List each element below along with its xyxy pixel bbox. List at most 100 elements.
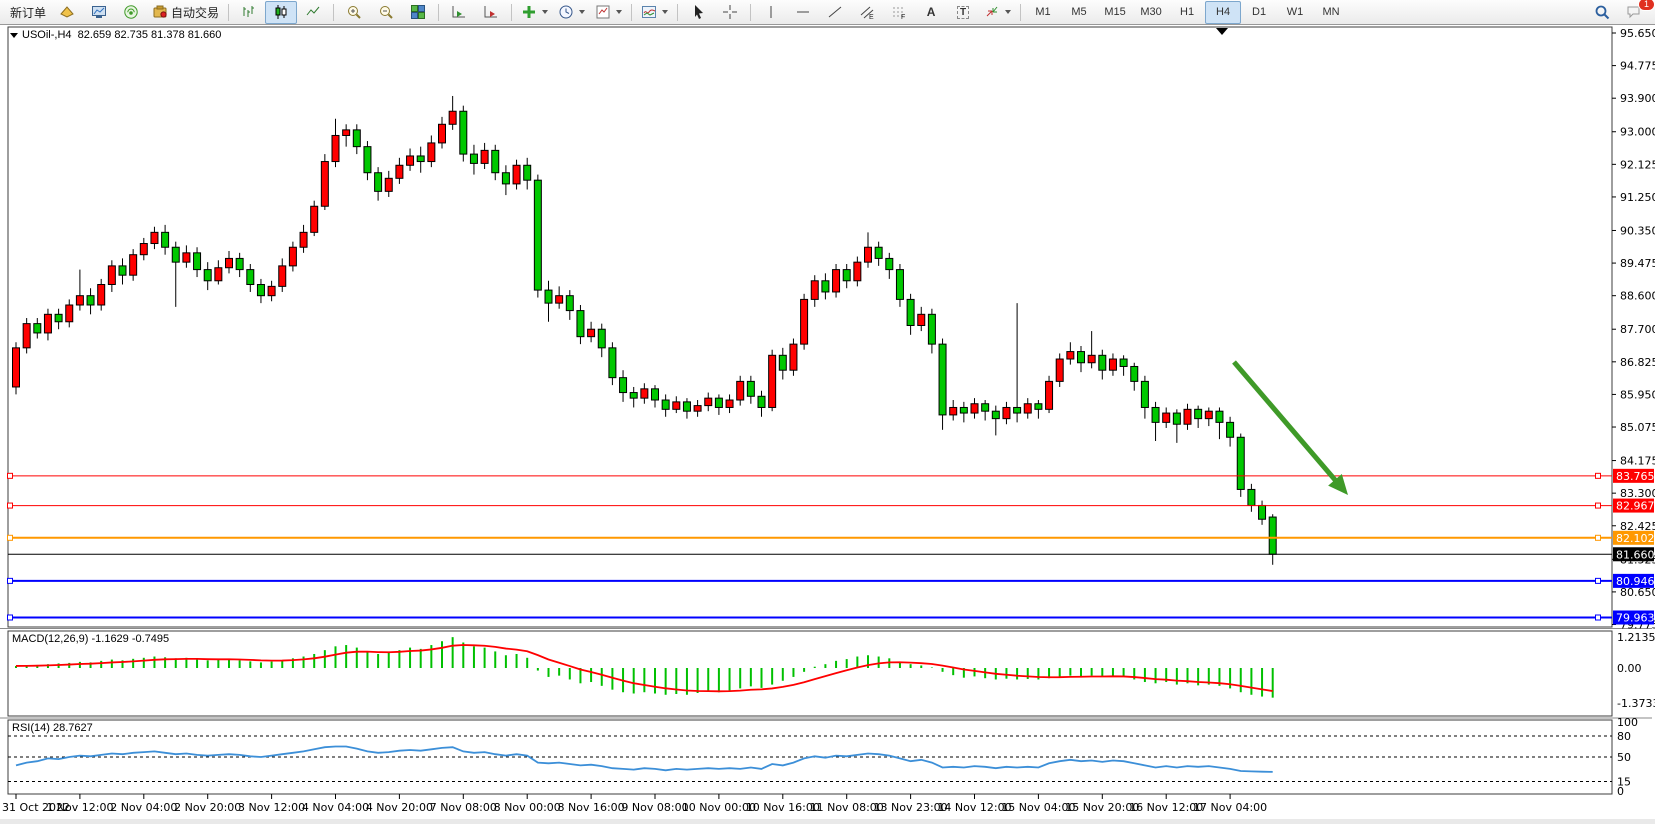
auto-scroll-icon (451, 4, 467, 20)
terminal-icon (91, 4, 107, 20)
svg-text:2 Nov 04:00: 2 Nov 04:00 (110, 801, 177, 814)
timeframe-m30-button[interactable]: M30 (1133, 1, 1169, 24)
search-button[interactable] (1586, 1, 1618, 24)
svg-text:86.825: 86.825 (1620, 356, 1655, 369)
svg-text:93.900: 93.900 (1620, 92, 1655, 105)
trendline-icon (827, 4, 843, 20)
tile-windows-icon (410, 4, 426, 20)
text-tool-icon: A (927, 5, 936, 19)
svg-text:E: E (869, 14, 874, 20)
line-chart-type-button[interactable] (297, 1, 329, 24)
toolbar-separator (333, 4, 334, 21)
svg-text:89.475: 89.475 (1620, 257, 1655, 270)
zoom-in-icon (346, 4, 362, 20)
svg-text:91.250: 91.250 (1620, 191, 1655, 204)
indicators-button[interactable] (516, 1, 553, 24)
terminal-button[interactable] (83, 1, 115, 24)
chevron-down-icon (579, 10, 585, 14)
zoom-in-button[interactable] (338, 1, 370, 24)
cursor-tool-button[interactable] (682, 1, 714, 24)
template-icon (595, 4, 611, 20)
svg-text:F: F (901, 14, 905, 20)
svg-text:0.00: 0.00 (1617, 662, 1642, 675)
periods-button[interactable] (553, 1, 590, 24)
svg-text:90.350: 90.350 (1620, 224, 1655, 237)
svg-text:8 Nov 00:00: 8 Nov 00:00 (494, 801, 561, 814)
cursor-icon (690, 4, 706, 20)
signal-button[interactable] (115, 1, 147, 24)
svg-text:9 Nov 08:00: 9 Nov 08:00 (621, 801, 688, 814)
svg-text:50: 50 (1617, 751, 1631, 764)
svg-text:85.075: 85.075 (1620, 421, 1655, 434)
timeframe-mn-button[interactable]: MN (1313, 1, 1349, 24)
svg-text:83.300: 83.300 (1620, 487, 1655, 500)
toolbar-separator (1020, 4, 1021, 21)
svg-text:17 Nov 04:00: 17 Nov 04:00 (1193, 801, 1267, 814)
chart-canvas[interactable]: 95.65094.77593.90093.00092.12591.25090.3… (0, 25, 1655, 824)
new-order-button[interactable]: 新订单 (5, 1, 51, 24)
text-label-tool-button[interactable]: T (947, 1, 979, 24)
timeframe-w1-button[interactable]: W1 (1277, 1, 1313, 24)
autotrading-button[interactable]: 自动交易 (147, 1, 224, 24)
symbol-dropdown-icon[interactable] (10, 33, 18, 38)
svg-text:82.102: 82.102 (1616, 532, 1655, 545)
toolbar-separator (228, 4, 229, 21)
notifications-button[interactable]: 1 (1618, 1, 1650, 24)
clock-icon (558, 4, 574, 20)
chart-ohlc-values: 82.659 82.735 81.378 81.660 (78, 29, 222, 41)
svg-text:88.600: 88.600 (1620, 290, 1655, 303)
tile-windows-button[interactable] (402, 1, 434, 24)
timeframe-d1-button[interactable]: D1 (1241, 1, 1277, 24)
timeframe-m5-button[interactable]: M5 (1061, 1, 1097, 24)
chart-preview-icon (641, 4, 657, 20)
timeframe-m1-button[interactable]: M1 (1025, 1, 1061, 24)
fibonacci-icon: F (891, 4, 907, 20)
bar-chart-type-button[interactable] (233, 1, 265, 24)
bar-chart-icon (241, 4, 257, 20)
svg-text:81.660: 81.660 (1616, 548, 1655, 561)
svg-text:85.950: 85.950 (1620, 388, 1655, 401)
zoom-out-button[interactable] (370, 1, 402, 24)
svg-text:84.175: 84.175 (1620, 455, 1655, 468)
chart-shift-button[interactable] (475, 1, 507, 24)
auto-scroll-button[interactable] (443, 1, 475, 24)
crosshair-tool-button[interactable] (714, 1, 746, 24)
svg-text:95.650: 95.650 (1620, 27, 1655, 40)
svg-text:82.967: 82.967 (1616, 500, 1655, 513)
chevron-down-icon (616, 10, 622, 14)
svg-text:3 Nov 12:00: 3 Nov 12:00 (238, 801, 305, 814)
market-watch-icon (59, 4, 75, 20)
candlestick-chart-type-button[interactable] (265, 1, 297, 24)
chevron-down-icon (662, 10, 668, 14)
svg-text:2 Nov 20:00: 2 Nov 20:00 (174, 801, 241, 814)
svg-text:92.125: 92.125 (1620, 158, 1655, 171)
fibonacci-tool-button[interactable]: F (883, 1, 915, 24)
svg-text:100: 100 (1617, 716, 1638, 729)
trendline-tool-button[interactable] (819, 1, 851, 24)
chart-header: USOil-,H4 82.659 82.735 81.378 81.660 (10, 29, 221, 41)
chart-preview-button[interactable] (636, 1, 673, 24)
vertical-line-tool-button[interactable] (755, 1, 787, 24)
svg-text:7 Nov 08:00: 7 Nov 08:00 (430, 801, 497, 814)
horizontal-line-tool-button[interactable] (787, 1, 819, 24)
arrows-tool-button[interactable] (979, 1, 1016, 24)
candlestick-chart-icon (273, 4, 289, 20)
chevron-down-icon (542, 10, 548, 14)
svg-text:80.946: 80.946 (1616, 575, 1655, 588)
timeframe-h4-button[interactable]: H4 (1205, 1, 1241, 24)
svg-text:0: 0 (1617, 785, 1624, 798)
autotrading-icon (152, 4, 168, 20)
timeframe-m15-button[interactable]: M15 (1097, 1, 1133, 24)
chart-window: 95.65094.77593.90093.00092.12591.25090.3… (0, 25, 1655, 824)
market-watch-button[interactable] (51, 1, 83, 24)
text-tool-button[interactable]: A (915, 1, 947, 24)
equidistant-channel-icon: E (859, 4, 875, 20)
channel-tool-button[interactable]: E (851, 1, 883, 24)
chart-shift-icon (483, 4, 499, 20)
toolbar-separator (677, 4, 678, 21)
timeframe-h1-button[interactable]: H1 (1169, 1, 1205, 24)
toolbar-separator (438, 4, 439, 21)
rsi-value: 28.7627 (53, 722, 93, 734)
templates-button[interactable] (590, 1, 627, 24)
horizontal-line-icon (795, 4, 811, 20)
